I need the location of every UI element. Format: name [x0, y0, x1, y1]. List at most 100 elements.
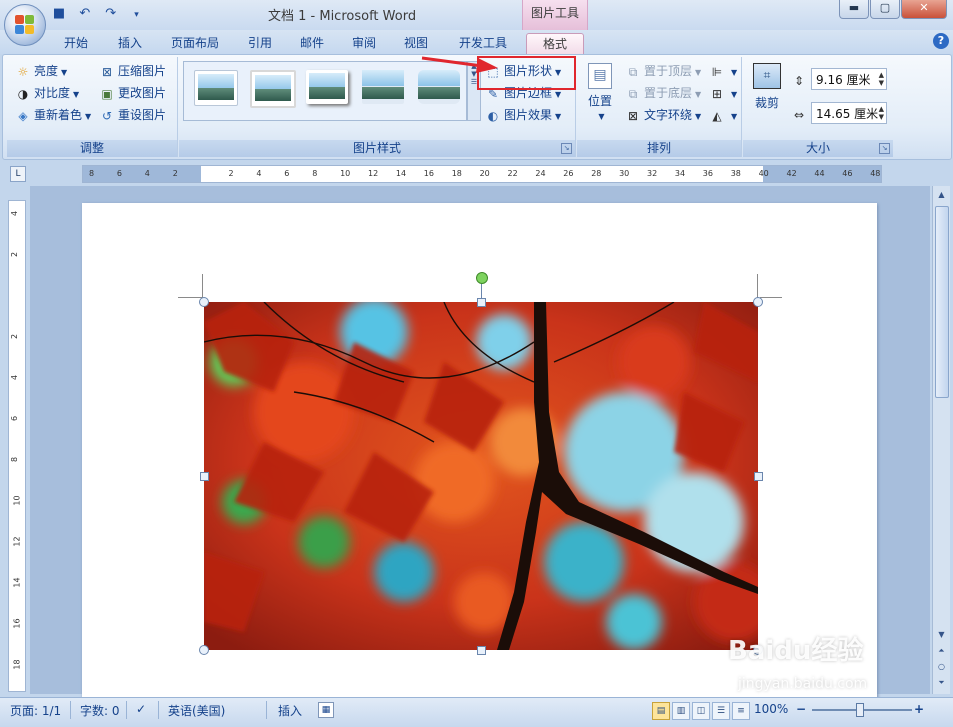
bring-to-front-button[interactable]: ⧉ 置于顶层 ▼: [625, 61, 701, 81]
tab-references[interactable]: 引用: [240, 33, 280, 53]
brightness-button[interactable]: ☼ 亮度 ▼: [15, 61, 68, 81]
text-wrap-button[interactable]: ⊠ 文字环绕 ▼: [625, 105, 701, 125]
resize-handle-s[interactable]: [477, 646, 486, 655]
position-label: 位置: [587, 94, 612, 108]
language-indicator[interactable]: 英语(美国): [168, 702, 225, 719]
ruler-tick: 2: [10, 251, 20, 258]
picture-effects-label: 图片效果: [504, 108, 553, 122]
resize-handle-e[interactable]: [754, 472, 763, 481]
tab-home[interactable]: 开始: [56, 33, 96, 53]
ruler-tick: 38: [730, 169, 741, 178]
style-thumb-1[interactable]: [194, 70, 238, 106]
contrast-label: 对比度: [34, 86, 71, 100]
width-spinner-icon[interactable]: ▲ ▼: [879, 105, 884, 121]
undo-icon[interactable]: ↶: [76, 5, 94, 23]
style-thumb-3[interactable]: [306, 70, 348, 104]
size-launcher-icon[interactable]: ↘: [879, 143, 890, 154]
change-picture-button[interactable]: ▣ 更改图片: [99, 83, 166, 103]
group-objects-icon: ⊞: [711, 86, 723, 101]
ruler-tick: 12: [368, 169, 379, 178]
resize-handle-ne[interactable]: [753, 297, 763, 307]
front-label: 置于顶层: [644, 64, 693, 78]
compress-pictures-button[interactable]: ⊠ 压缩图片: [99, 61, 166, 81]
help-icon[interactable]: ?: [933, 33, 949, 49]
tab-view[interactable]: 视图: [396, 33, 436, 53]
back-label: 置于底层: [644, 86, 693, 100]
customize-qat-icon[interactable]: ▾: [127, 6, 145, 24]
style-thumb-5[interactable]: [418, 70, 460, 104]
ruler-tick: 2: [10, 333, 20, 340]
tab-mailings[interactable]: 邮件: [292, 33, 332, 53]
redo-icon[interactable]: ↷: [102, 5, 120, 23]
style-thumb-2[interactable]: [250, 70, 296, 108]
send-to-back-button[interactable]: ⧉ 置于底层 ▼: [625, 83, 701, 103]
scroll-up-icon[interactable]: ▲: [935, 190, 948, 202]
draft-view-icon[interactable]: ≡: [732, 702, 750, 720]
page-count[interactable]: 页面: 1/1: [10, 702, 61, 719]
full-screen-view-icon[interactable]: ▥: [672, 702, 690, 720]
align-button[interactable]: ⊫ ▼: [709, 61, 737, 81]
resize-handle-n[interactable]: [477, 298, 486, 307]
zoom-out-icon[interactable]: −: [796, 702, 806, 716]
ruler-tick: 4: [10, 374, 20, 381]
close-button[interactable]: ✕: [901, 0, 947, 19]
browse-object-icon[interactable]: ○: [935, 662, 948, 674]
resize-handle-nw[interactable]: [199, 297, 209, 307]
macro-record-icon[interactable]: ▦: [318, 702, 334, 718]
position-button[interactable]: ▤ 位置 ▼: [585, 63, 615, 123]
insert-mode[interactable]: 插入: [278, 702, 302, 719]
office-button[interactable]: [4, 4, 46, 46]
recolor-button[interactable]: ◈ 重新着色 ▼: [15, 105, 91, 125]
height-field[interactable]: 9.16 厘米 ▲ ▼: [811, 68, 887, 90]
selected-picture[interactable]: [204, 302, 758, 650]
style-thumb-4[interactable]: [362, 70, 404, 104]
compress-label: 压缩图片: [118, 64, 167, 78]
resize-handle-w[interactable]: [200, 472, 209, 481]
ruler-tick: 4: [144, 169, 150, 178]
vertical-ruler[interactable]: 4 2 2 4 6 8 10 12 14 16 18: [8, 200, 26, 692]
horizontal-ruler[interactable]: 8 6 4 2 2 4 6 8 10 12 14 16 18 20 22 24 26 28 30 32 34 36 38 40…: [82, 165, 882, 183]
rotation-stem: [481, 283, 482, 299]
outline-view-icon[interactable]: ☰: [712, 702, 730, 720]
tab-review[interactable]: 审阅: [344, 33, 384, 53]
contrast-button[interactable]: ◑ 对比度 ▼: [15, 83, 79, 103]
zoom-slider-thumb[interactable]: [856, 703, 864, 717]
zoom-in-icon[interactable]: +: [914, 702, 924, 716]
reset-picture-button[interactable]: ↺ 重设图片: [99, 105, 166, 125]
rotate-button[interactable]: ◭ ▼: [709, 105, 737, 125]
print-layout-view-icon[interactable]: ▤: [652, 702, 670, 720]
picture-tools-context: 图片工具: [522, 0, 588, 30]
proofing-icon[interactable]: ✓: [136, 702, 146, 716]
tab-insert[interactable]: 插入: [110, 33, 150, 53]
maximize-button[interactable]: ▢: [870, 0, 900, 19]
height-spinner-icon[interactable]: ▲ ▼: [879, 71, 884, 87]
word-count[interactable]: 字数: 0: [80, 702, 120, 719]
picture-styles-launcher-icon[interactable]: ↘: [561, 143, 572, 154]
picture-effects-button[interactable]: ◐ 图片效果 ▼: [485, 105, 561, 125]
tab-developer[interactable]: 开发工具: [452, 33, 514, 53]
tab-selector[interactable]: L: [10, 166, 26, 182]
next-page-icon[interactable]: ⏷: [935, 678, 948, 690]
window-title: 文档 1 - Microsoft Word: [268, 9, 417, 24]
width-field[interactable]: 14.65 厘米 ▲ ▼: [811, 102, 887, 124]
scroll-down-icon[interactable]: ▼: [935, 630, 948, 642]
tab-format[interactable]: 格式: [526, 33, 584, 54]
save-icon[interactable]: ■: [50, 5, 68, 23]
resize-handle-sw[interactable]: [199, 645, 209, 655]
group-label-size: 大小: [743, 140, 893, 157]
ruler-tick: 10: [12, 495, 22, 506]
ruler-tick: 16: [423, 169, 434, 178]
rotation-handle[interactable]: [476, 272, 488, 284]
scroll-thumb[interactable]: [935, 206, 949, 398]
ruler-left-margin: [83, 166, 201, 182]
ruler-tick: 8: [10, 456, 20, 463]
rotate-icon: ◭: [712, 108, 722, 123]
minimize-button[interactable]: ▬: [839, 0, 869, 19]
crop-button[interactable]: ⌗ 裁剪: [751, 63, 783, 113]
group-objects-button[interactable]: ⊞ ▼: [709, 83, 737, 103]
prev-page-icon[interactable]: ⏶: [935, 646, 948, 658]
tab-page-layout[interactable]: 页面布局: [166, 33, 224, 53]
web-layout-view-icon[interactable]: ◫: [692, 702, 710, 720]
zoom-level[interactable]: 100%: [754, 702, 788, 716]
vertical-scrollbar[interactable]: ▲ ▼ ⏶ ○ ⏷: [932, 186, 950, 694]
